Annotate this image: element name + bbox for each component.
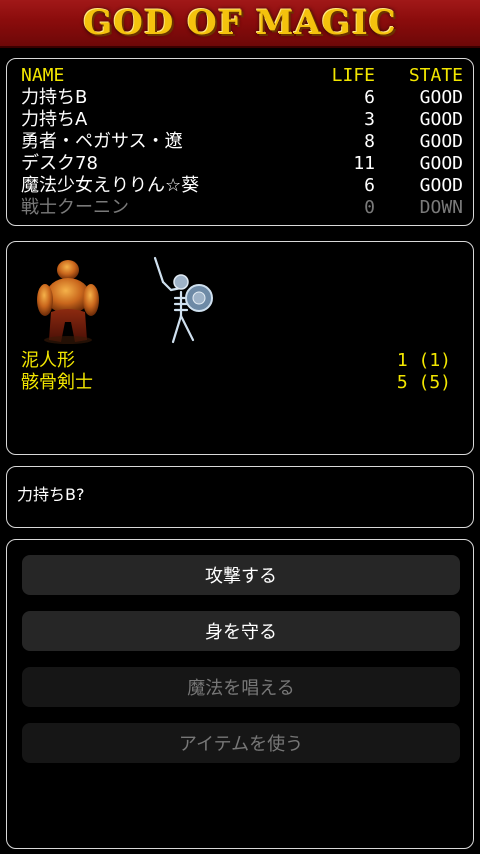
member-name: 魔法少女えりりん☆葵	[21, 175, 200, 196]
column-header-life: LIFE	[331, 65, 375, 86]
member-name: 戦士クーニン	[21, 197, 129, 218]
enemy-name: 泥人形	[21, 350, 75, 371]
party-member-row[interactable]: デスク78 11 GOOD	[21, 153, 463, 175]
party-member-row[interactable]: 力持ちA 3 GOOD	[21, 109, 463, 131]
clay-golem-sprite[interactable]	[35, 256, 101, 346]
member-life: 6	[364, 87, 375, 108]
party-member-row[interactable]: 勇者・ペガサス・遼 8 GOOD	[21, 131, 463, 153]
member-name: 力持ちB	[21, 87, 88, 108]
enemy-group-row[interactable]: 骸骨剣士 5 (5)	[21, 372, 451, 394]
party-header-row: NAME LIFE STATE	[21, 65, 463, 87]
defend-button[interactable]: 身を守る	[22, 611, 460, 651]
enemy-group-row[interactable]: 泥人形 1 (1)	[21, 350, 451, 372]
skeleton-swordsman-sprite[interactable]	[149, 256, 215, 346]
member-state: GOOD	[419, 153, 463, 174]
attack-button[interactable]: 攻撃する	[22, 555, 460, 595]
member-state: GOOD	[419, 109, 463, 130]
member-name: 力持ちA	[21, 109, 88, 130]
party-member-row[interactable]: 力持ちB 6 GOOD	[21, 87, 463, 109]
party-member-row-down[interactable]: 戦士クーニン 0 DOWN	[21, 197, 463, 219]
party-status-panel: NAME LIFE STATE 力持ちB 6 GOOD 力持ちA 3 GOOD …	[6, 58, 474, 226]
use-item-button[interactable]: アイテムを使う	[22, 723, 460, 763]
enemy-name: 骸骨剣士	[21, 372, 93, 393]
game-title: GOD OF MAGIC	[83, 3, 397, 43]
member-life: 3	[364, 109, 375, 130]
member-state: GOOD	[419, 131, 463, 152]
member-life: 8	[364, 131, 375, 152]
command-panel: 攻撃する 身を守る 魔法を唱える アイテムを使う	[6, 539, 474, 849]
column-header-name: NAME	[21, 65, 65, 86]
title-banner: GOD OF MAGIC	[0, 0, 480, 48]
member-state: GOOD	[419, 87, 463, 108]
member-state: GOOD	[419, 175, 463, 196]
member-life: 0	[364, 197, 375, 218]
member-name: 勇者・ペガサス・遼	[21, 131, 183, 152]
cast-magic-button[interactable]: 魔法を唱える	[22, 667, 460, 707]
member-state: DOWN	[419, 197, 463, 218]
message-panel: 力持ちB?	[6, 466, 474, 528]
enemy-count: 1 (1)	[396, 350, 451, 371]
enemy-count: 5 (5)	[396, 372, 451, 393]
member-life: 11	[353, 153, 375, 174]
column-header-state: STATE	[408, 65, 463, 86]
party-member-row[interactable]: 魔法少女えりりん☆葵 6 GOOD	[21, 175, 463, 197]
battle-message: 力持ちB?	[17, 485, 85, 504]
member-life: 6	[364, 175, 375, 196]
member-name: デスク78	[21, 153, 98, 174]
enemy-panel: 泥人形 1 (1) 骸骨剣士 5 (5)	[6, 241, 474, 455]
